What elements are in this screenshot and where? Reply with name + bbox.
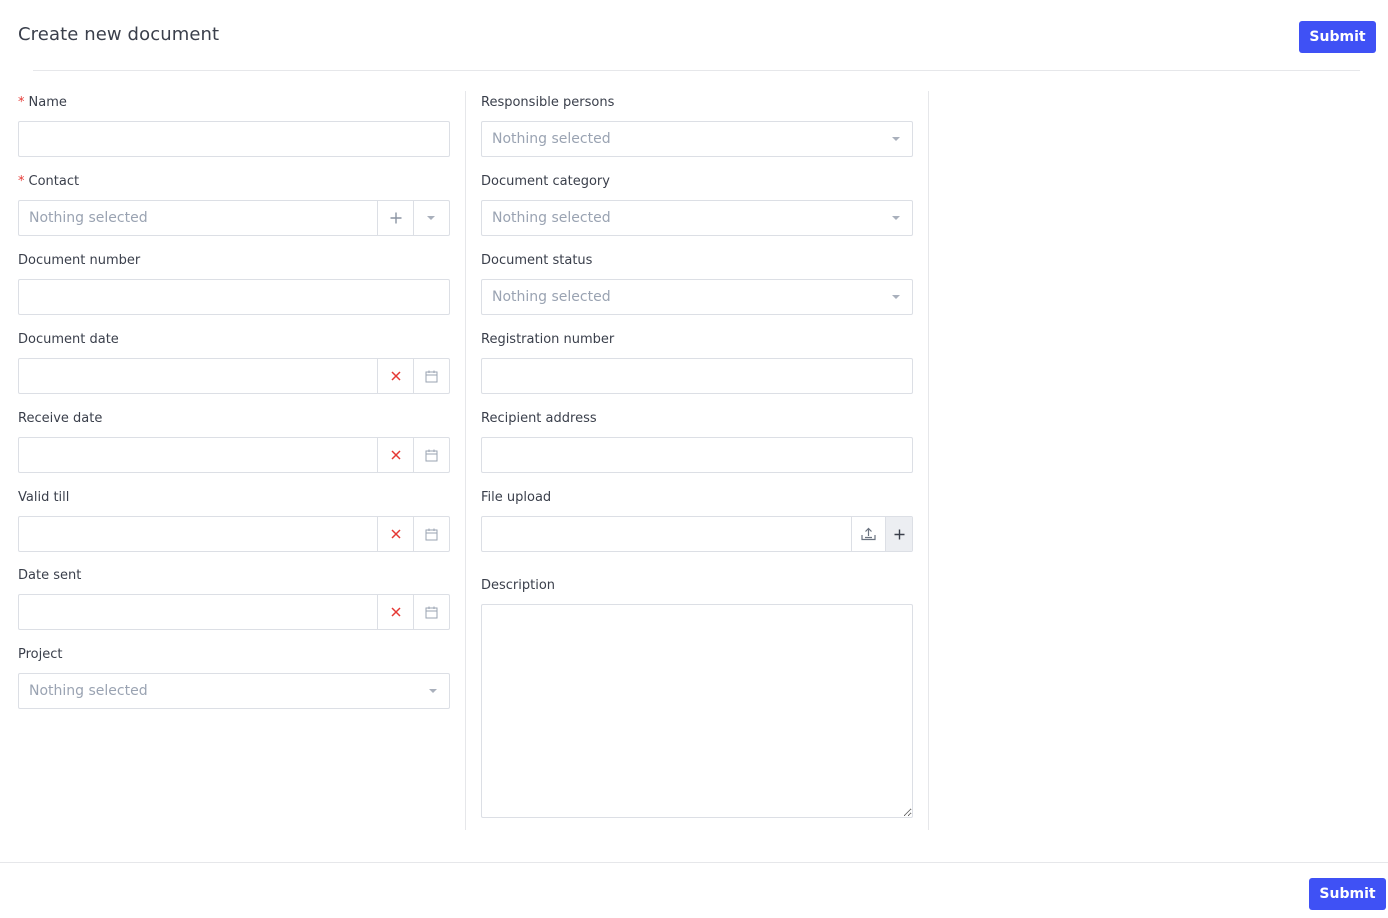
file-upload-button[interactable] [851, 517, 885, 551]
document-date-clear-button[interactable] [377, 359, 413, 393]
date-sent-input[interactable] [19, 595, 377, 629]
file-upload-group [481, 516, 913, 552]
close-icon [390, 450, 401, 460]
contact-select-value[interactable]: Nothing selected [19, 201, 377, 235]
document-category-label: Document category [481, 174, 610, 189]
responsible-persons-field: Responsible persons Nothing selected [481, 94, 913, 157]
description-textarea[interactable] [481, 604, 913, 818]
document-number-label: Document number [18, 253, 141, 268]
document-category-select[interactable]: Nothing selected [481, 200, 913, 236]
receive-date-calendar-button[interactable] [413, 438, 449, 472]
document-category-placeholder: Nothing selected [492, 210, 611, 226]
contact-placeholder: Nothing selected [29, 210, 148, 226]
chevron-down-icon [892, 295, 900, 299]
receive-date-picker [18, 437, 450, 473]
valid-till-input[interactable] [19, 517, 377, 551]
description-label: Description [481, 578, 556, 593]
responsible-persons-label: Responsible persons [481, 95, 615, 110]
project-select[interactable]: Nothing selected [18, 673, 450, 709]
chevron-down-icon [892, 137, 900, 141]
valid-till-label: Valid till [18, 490, 70, 505]
recipient-address-input[interactable] [481, 437, 913, 473]
close-icon [390, 607, 401, 617]
receive-date-input[interactable] [19, 438, 377, 472]
upload-icon [861, 527, 876, 541]
contact-select: Nothing selected [18, 200, 450, 236]
file-upload-field: File upload [481, 489, 913, 552]
project-field: Project Nothing selected [18, 646, 450, 709]
contact-field: * Contact Nothing selected [18, 173, 450, 236]
close-icon [390, 529, 401, 539]
required-mark: * [18, 95, 25, 110]
document-category-field: Document category Nothing selected [481, 173, 913, 236]
document-number-field: Document number [18, 252, 450, 315]
footer-divider [0, 862, 1388, 863]
calendar-icon [425, 528, 438, 541]
header-divider [33, 70, 1360, 71]
project-placeholder: Nothing selected [29, 683, 148, 699]
column-divider-1 [465, 91, 466, 830]
chevron-down-icon [429, 689, 437, 693]
contact-label: * Contact [18, 174, 80, 189]
responsible-persons-placeholder: Nothing selected [492, 131, 611, 147]
receive-date-clear-button[interactable] [377, 438, 413, 472]
valid-till-field: Valid till [18, 489, 450, 552]
recipient-address-label: Recipient address [481, 411, 597, 426]
date-sent-calendar-button[interactable] [413, 595, 449, 629]
name-field: * Name [18, 94, 450, 157]
submit-button-bottom[interactable]: Submit [1309, 878, 1386, 910]
chevron-down-icon [426, 216, 435, 220]
registration-number-label: Registration number [481, 332, 615, 347]
project-label: Project [18, 647, 63, 662]
document-date-field: Document date [18, 331, 450, 394]
file-upload-label: File upload [481, 490, 552, 505]
document-status-label: Document status [481, 253, 593, 268]
name-label: * Name [18, 95, 67, 110]
column-divider-2 [928, 91, 929, 830]
document-date-label: Document date [18, 332, 119, 347]
name-input[interactable] [18, 121, 450, 157]
date-sent-label: Date sent [18, 568, 82, 583]
contact-dropdown-toggle[interactable] [413, 201, 449, 235]
date-sent-clear-button[interactable] [377, 595, 413, 629]
document-status-field: Document status Nothing selected [481, 252, 913, 315]
calendar-icon [425, 449, 438, 462]
calendar-icon [425, 370, 438, 383]
receive-date-label: Receive date [18, 411, 103, 426]
calendar-icon [425, 606, 438, 619]
required-mark: * [18, 174, 25, 189]
page-title: Create new document [18, 24, 220, 45]
file-upload-add-button[interactable] [885, 517, 912, 551]
plus-icon [390, 212, 402, 224]
description-field: Description [481, 577, 913, 818]
document-date-input[interactable] [19, 359, 377, 393]
responsible-persons-select[interactable]: Nothing selected [481, 121, 913, 157]
valid-till-clear-button[interactable] [377, 517, 413, 551]
date-sent-field: Date sent [18, 567, 450, 630]
contact-add-button[interactable] [377, 201, 413, 235]
valid-till-picker [18, 516, 450, 552]
receive-date-field: Receive date [18, 410, 450, 473]
document-date-picker [18, 358, 450, 394]
document-date-calendar-button[interactable] [413, 359, 449, 393]
registration-number-field: Registration number [481, 331, 913, 394]
recipient-address-field: Recipient address [481, 410, 913, 473]
valid-till-calendar-button[interactable] [413, 517, 449, 551]
document-status-select[interactable]: Nothing selected [481, 279, 913, 315]
submit-button-top[interactable]: Submit [1299, 21, 1376, 53]
chevron-down-icon [892, 216, 900, 220]
plus-icon [894, 529, 905, 540]
date-sent-picker [18, 594, 450, 630]
document-status-placeholder: Nothing selected [492, 289, 611, 305]
close-icon [390, 371, 401, 381]
registration-number-input[interactable] [481, 358, 913, 394]
document-number-input[interactable] [18, 279, 450, 315]
file-upload-input[interactable] [482, 517, 851, 551]
